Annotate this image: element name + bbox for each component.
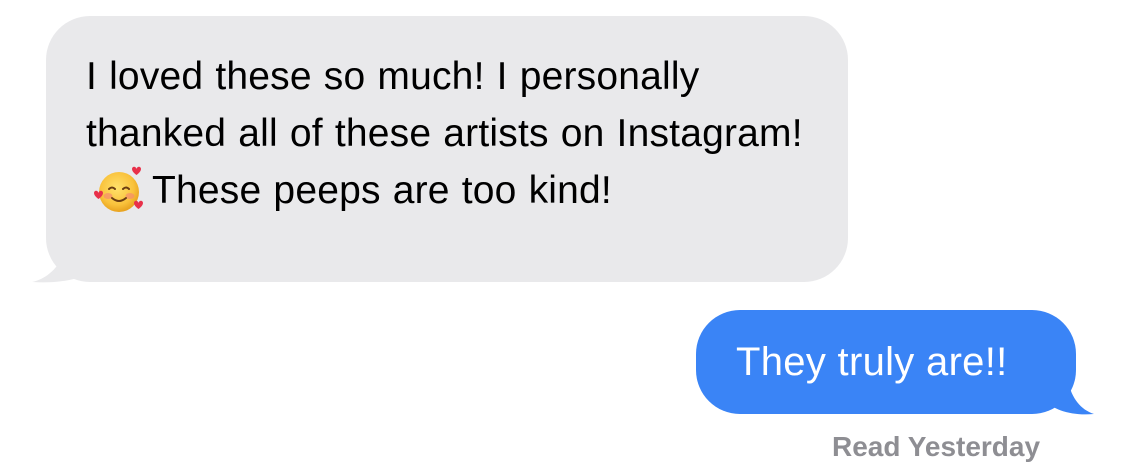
outgoing-message-text: They truly are!! — [736, 340, 1008, 384]
incoming-text-part-2: These peeps are too kind! — [152, 169, 612, 212]
read-receipt: Read Yesterday — [832, 431, 1041, 462]
outgoing-bubble: They truly are!! — [696, 310, 1076, 414]
incoming-bubble: I loved these so much! I personally than… — [46, 16, 848, 282]
incoming-message-text: I loved these so much! I personally than… — [86, 48, 818, 219]
outgoing-message[interactable]: They truly are!! — [696, 310, 1096, 416]
smiling-face-with-hearts-icon — [94, 166, 143, 212]
incoming-message[interactable]: I loved these so much! I personally than… — [32, 16, 848, 284]
incoming-text-part-1: I loved these so much! I personally than… — [86, 55, 803, 155]
